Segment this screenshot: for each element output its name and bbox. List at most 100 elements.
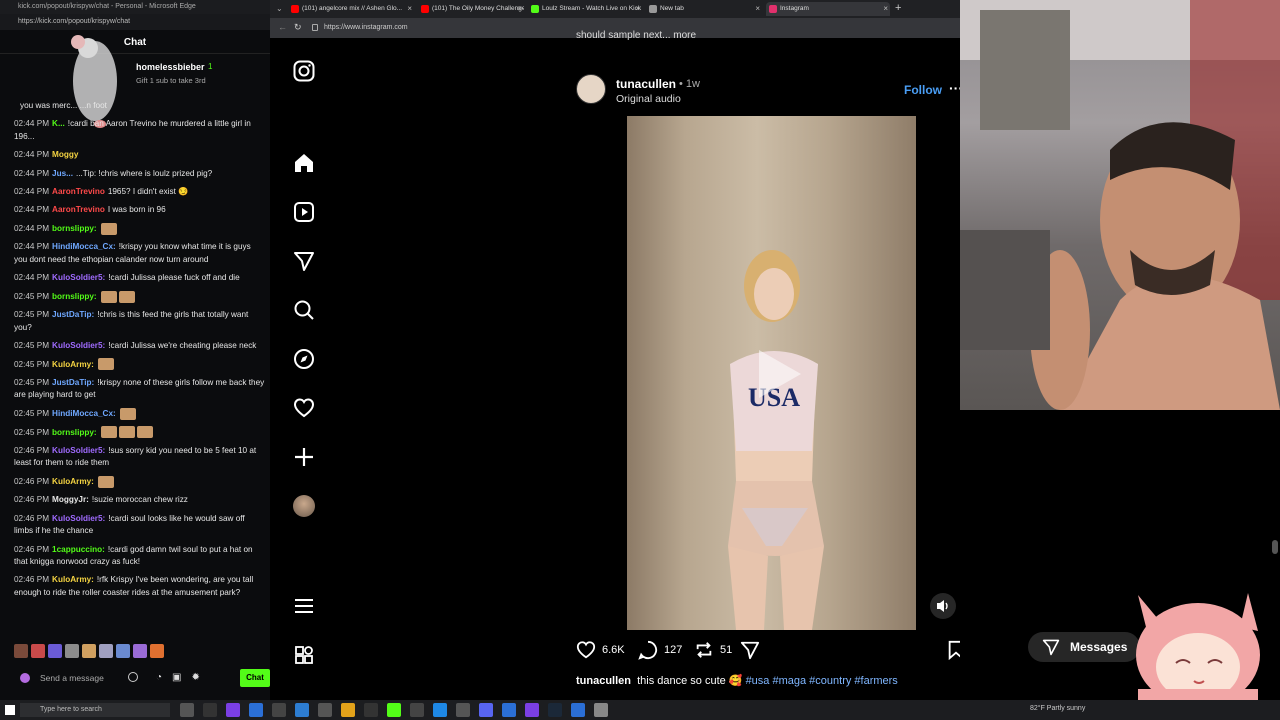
message-username[interactable]: AaronTrevino: [52, 205, 105, 214]
emoji-icon[interactable]: [128, 672, 138, 682]
message-username[interactable]: HindiMocca_Cx:: [52, 409, 116, 418]
address-url[interactable]: https://www.instagram.com: [324, 24, 408, 31]
app-icon[interactable]: [341, 703, 355, 717]
post-author-avatar[interactable]: [576, 74, 606, 104]
caption-hashtags[interactable]: #usa #maga #country #farmers: [746, 675, 898, 687]
tab-close-icon[interactable]: ×: [883, 4, 888, 13]
message-username[interactable]: K...: [52, 119, 65, 128]
repost-icon[interactable]: [694, 640, 714, 660]
message-username[interactable]: AaronTrevino: [52, 187, 105, 196]
emote-icon[interactable]: [65, 644, 79, 658]
taskbar-weather[interactable]: 82°F Partly sunny: [1030, 705, 1085, 712]
chat-message-input[interactable]: Send a message: [12, 668, 142, 688]
repost-count[interactable]: 51: [720, 644, 732, 656]
app-icon[interactable]: [433, 703, 447, 717]
post-audio[interactable]: Original audio: [616, 93, 681, 105]
tab-5[interactable]: Instagram ×: [766, 2, 890, 16]
app-icon[interactable]: [364, 703, 378, 717]
share-send-icon[interactable]: [740, 640, 760, 660]
message-username[interactable]: KuloSoldier5:: [52, 273, 105, 282]
emote-icon[interactable]: [31, 644, 45, 658]
tab-close-icon[interactable]: ×: [635, 4, 640, 13]
share-action[interactable]: [740, 640, 760, 660]
app-icon[interactable]: [226, 703, 240, 717]
post-username[interactable]: tunacullen: [616, 77, 676, 91]
comment-icon[interactable]: [638, 640, 658, 660]
pin-user[interactable]: homelessbieber: [136, 62, 205, 72]
app-icon[interactable]: [318, 703, 332, 717]
repost-action[interactable]: 51: [694, 640, 732, 660]
message-username[interactable]: Moggy: [52, 150, 78, 159]
steam-icon[interactable]: [548, 703, 562, 717]
also-from-meta-icon[interactable]: [291, 642, 317, 668]
explore-compass-icon[interactable]: [291, 346, 317, 372]
tab-close-icon[interactable]: ×: [407, 4, 412, 13]
emote-icon[interactable]: [48, 644, 62, 658]
points-icon[interactable]: ◔: [156, 672, 162, 683]
emote-icon[interactable]: [14, 644, 28, 658]
post-video[interactable]: USA: [567, 116, 977, 630]
message-username[interactable]: KuloSoldier5:: [52, 514, 105, 523]
app-icon[interactable]: [203, 703, 217, 717]
more-menu-icon[interactable]: [291, 593, 317, 619]
tab-close-icon[interactable]: ×: [517, 4, 522, 13]
message-username[interactable]: bornslippy:: [52, 428, 97, 437]
emote-bar[interactable]: [14, 644, 214, 660]
message-username[interactable]: bornslippy:: [52, 292, 97, 301]
discord-icon[interactable]: [479, 703, 493, 717]
emote-icon[interactable]: [150, 644, 164, 658]
follow-button[interactable]: Follow: [904, 83, 942, 97]
gift-icon[interactable]: ▣: [172, 672, 181, 683]
app-icon[interactable]: [272, 703, 286, 717]
taskbar-search[interactable]: Type here to search: [20, 703, 170, 717]
new-tab-icon[interactable]: +: [895, 2, 901, 14]
like-heart-icon[interactable]: [576, 640, 596, 660]
app-icon[interactable]: [502, 703, 516, 717]
emote-icon[interactable]: [133, 644, 147, 658]
home-icon[interactable]: [291, 150, 317, 176]
task-view-icon[interactable]: [180, 703, 194, 717]
emote-icon[interactable]: [116, 644, 130, 658]
app-icon[interactable]: [571, 703, 585, 717]
create-plus-icon[interactable]: [291, 444, 317, 470]
settings-gear-icon[interactable]: ✹: [192, 672, 200, 683]
like-action[interactable]: 6.6K: [576, 640, 625, 660]
emote-icon[interactable]: [99, 644, 113, 658]
message-username[interactable]: Jus...: [52, 169, 73, 178]
emote-icon[interactable]: [82, 644, 96, 658]
instagram-logo-icon[interactable]: [291, 58, 317, 84]
edge-icon[interactable]: [249, 703, 263, 717]
back-icon[interactable]: ←: [278, 22, 287, 32]
message-username[interactable]: KuloArmy:: [52, 477, 94, 486]
settings-icon[interactable]: [594, 703, 608, 717]
message-username[interactable]: bornslippy:: [52, 224, 97, 233]
kick-icon[interactable]: [387, 703, 401, 717]
reels-icon[interactable]: [291, 199, 317, 225]
app-icon[interactable]: [525, 703, 539, 717]
message-username[interactable]: KuloArmy:: [52, 575, 94, 584]
message-username[interactable]: KuloSoldier5:: [52, 446, 105, 455]
app-icon[interactable]: [410, 703, 424, 717]
messages-button[interactable]: Messages: [1028, 632, 1140, 662]
app-icon[interactable]: [295, 703, 309, 717]
search-icon[interactable]: [291, 297, 317, 323]
scrollbar-thumb[interactable]: [1272, 540, 1278, 554]
message-username[interactable]: HindiMocca_Cx:: [52, 242, 116, 251]
chat-window-url[interactable]: https://kick.com/popout/krispyw/chat: [0, 14, 270, 30]
message-username[interactable]: 1cappuccino:: [52, 545, 105, 554]
windows-start-icon[interactable]: [5, 705, 15, 715]
tab-close-icon[interactable]: ×: [755, 4, 760, 13]
play-icon[interactable]: [747, 344, 807, 404]
profile-avatar[interactable]: [291, 493, 317, 519]
message-username[interactable]: MoggyJr:: [52, 495, 89, 504]
tab-4[interactable]: New tab ×: [646, 2, 762, 16]
message-username[interactable]: KuloArmy:: [52, 360, 94, 369]
video-frame[interactable]: USA: [627, 116, 916, 630]
comment-action[interactable]: 127: [638, 640, 682, 660]
message-username[interactable]: JustDaTip:: [52, 310, 94, 319]
notifications-heart-icon[interactable]: [291, 395, 317, 421]
like-count[interactable]: 6.6K: [602, 644, 625, 656]
volume-icon[interactable]: [929, 592, 957, 620]
messages-label[interactable]: Messages: [1070, 640, 1127, 654]
tab-3[interactable]: Loulz Stream - Watch Live on Kick ×: [528, 2, 642, 16]
